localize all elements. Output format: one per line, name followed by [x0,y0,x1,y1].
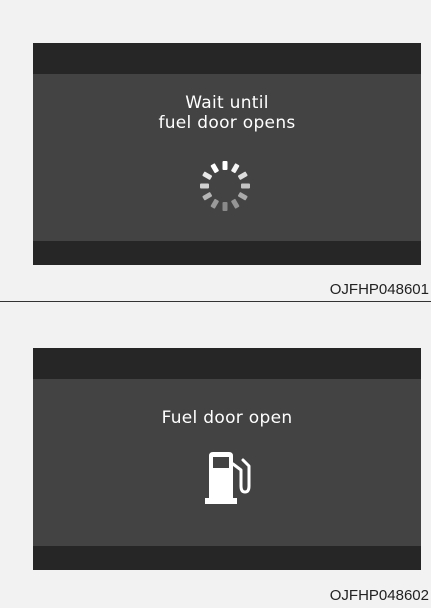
figure-panel-wait: Wait until fuel door opens OJFHP048601 [0,0,431,304]
fuel-pump-icon [205,452,251,504]
caption-rule [0,301,431,302]
message-line-2: fuel door opens [158,113,296,133]
message-line-1: Wait until [185,93,269,113]
loading-spinner-icon [200,161,250,211]
figure-panel-open: Fuel door open OJFHP048602 [0,304,431,608]
display-bottom-bar [33,546,421,570]
display-message: Wait until fuel door opens [33,93,421,133]
cluster-display: Wait until fuel door opens [33,43,421,265]
figure-code: OJFHP048602 [329,587,429,604]
display-message: Fuel door open [161,408,293,428]
display-bottom-bar [33,241,421,265]
display-top-bar [33,348,421,379]
figure-code: OJFHP048601 [329,281,429,298]
display-top-bar [33,43,421,74]
cluster-display: Fuel door open [33,348,421,570]
